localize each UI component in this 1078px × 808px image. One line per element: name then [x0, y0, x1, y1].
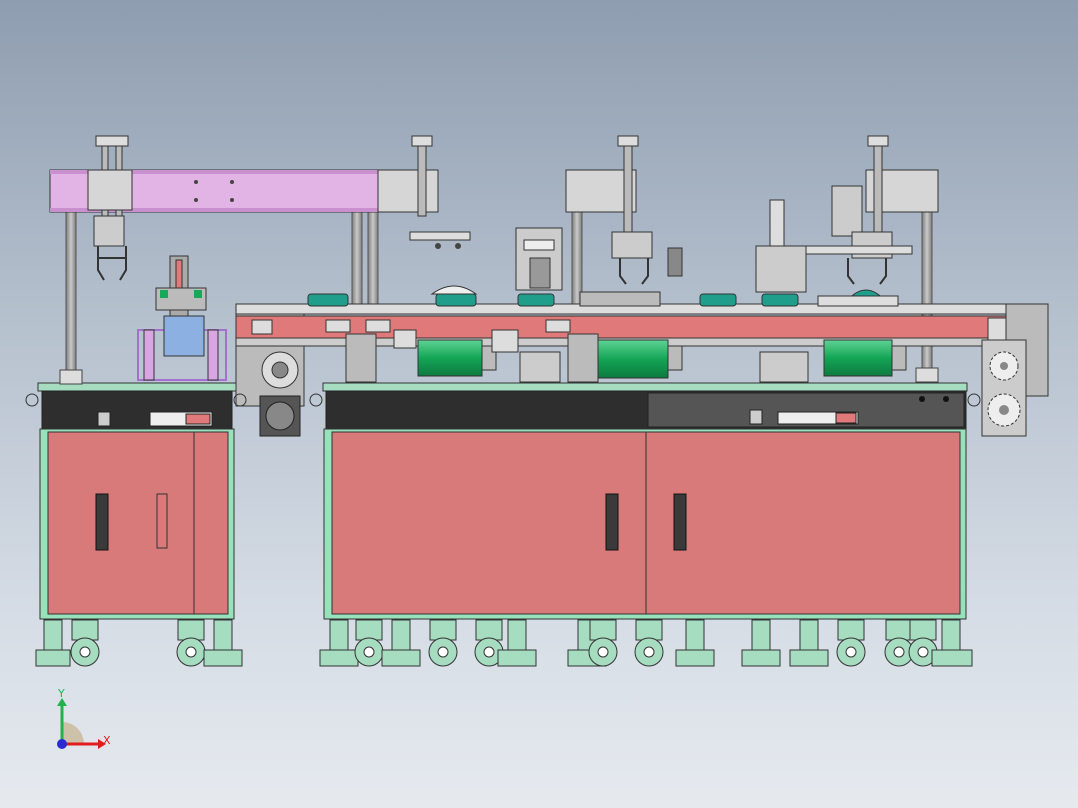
- cad-viewport[interactable]: X Y: [0, 0, 1078, 808]
- left-cabinet-door-left: [47, 431, 195, 615]
- leveling-foot: [789, 619, 829, 667]
- door-handle: [605, 493, 619, 551]
- station-4-carriage: [799, 135, 939, 307]
- z-axis-point: [57, 739, 67, 749]
- gantry-carriage: [87, 135, 133, 281]
- leveling-foot: [497, 619, 537, 667]
- station-2-carriage: [377, 135, 471, 249]
- x-axis-label: X: [103, 734, 111, 747]
- leveling-foot: [319, 619, 359, 667]
- drive-motors: [417, 339, 907, 379]
- caster-wheel: [836, 619, 866, 667]
- power-socket-icon: [97, 411, 111, 427]
- y-axis-label: Y: [57, 687, 65, 700]
- gripper-icon: [97, 246, 127, 281]
- door-handle: [673, 493, 687, 551]
- main-cabinet-door-left: [331, 431, 647, 615]
- caster-wheel: [354, 619, 384, 667]
- station-3-carriage: [565, 135, 683, 285]
- gripper-icon: [619, 258, 649, 285]
- fan-icon: [265, 401, 295, 431]
- left-cabinet-door-right: [193, 431, 229, 615]
- leveling-foot: [741, 619, 781, 667]
- casters: [35, 619, 973, 667]
- main-cabinet: [322, 382, 968, 620]
- caster-wheel: [634, 619, 664, 667]
- caster-wheel: [884, 619, 914, 667]
- caster-wheel: [176, 619, 206, 667]
- assembly-line-model: X Y: [25, 135, 1049, 749]
- leveling-foot: [931, 619, 973, 667]
- axis-triad: X Y: [57, 687, 111, 749]
- main-cabinet-top-plate: [322, 382, 968, 392]
- leveling-foot: [675, 619, 715, 667]
- caster-wheel: [588, 619, 618, 667]
- left-cabinet: [37, 382, 237, 620]
- rotary-station: [515, 199, 807, 307]
- gripper-icon: [847, 258, 887, 285]
- main-cabinet-door-right: [645, 431, 961, 615]
- leveling-foot: [203, 619, 243, 667]
- caster-wheel: [428, 619, 458, 667]
- leveling-foot: [35, 619, 71, 667]
- stack-feeder: [137, 255, 227, 381]
- caster-wheel: [70, 619, 100, 667]
- door-handle: [95, 493, 109, 551]
- power-socket-icon: [749, 409, 763, 425]
- leveling-foot: [381, 619, 421, 667]
